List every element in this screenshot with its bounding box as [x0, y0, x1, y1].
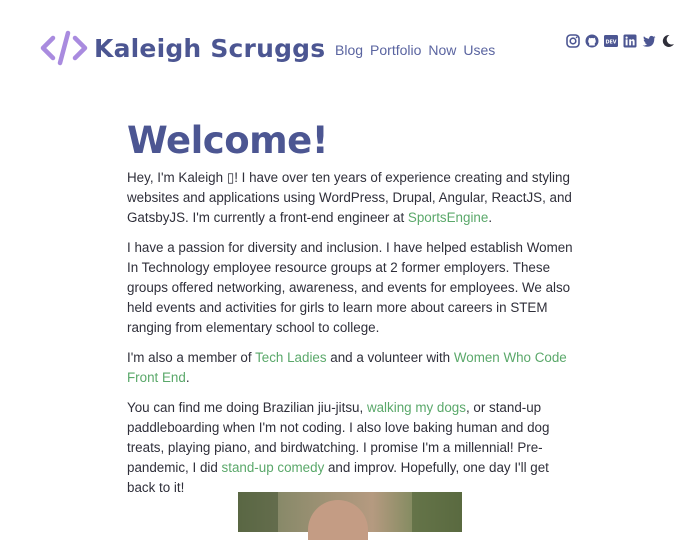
membership-text-1: I'm also a member of	[127, 350, 256, 365]
twitter-icon[interactable]	[642, 34, 656, 48]
main-nav: Blog Portfolio Now Uses	[335, 42, 495, 58]
profile-photo	[238, 492, 462, 540]
page-heading: Welcome!	[127, 119, 329, 162]
walking-dogs-link[interactable]: walking my dogs	[367, 400, 466, 415]
nav-now[interactable]: Now	[428, 42, 456, 58]
membership-text-3: .	[185, 370, 190, 385]
github-icon[interactable]	[585, 34, 599, 48]
linkedin-icon[interactable]	[623, 34, 637, 48]
intro-paragraph: Hey, I'm Kaleigh ▯! I have over ten year…	[127, 168, 577, 228]
tech-ladies-link[interactable]: Tech Ladies	[255, 350, 326, 365]
nav-blog[interactable]: Blog	[335, 42, 363, 58]
intro-text-1: Hey, I'm Kaleigh	[127, 170, 227, 185]
social-links: DEV	[566, 34, 675, 48]
nav-uses[interactable]: Uses	[463, 42, 495, 58]
membership-paragraph: I'm also a member of Tech Ladies and a v…	[127, 348, 577, 388]
hobbies-text-1: You can find me doing Brazilian jiu-jits…	[127, 400, 367, 415]
nav-portfolio[interactable]: Portfolio	[370, 42, 421, 58]
instagram-icon[interactable]	[566, 34, 580, 48]
dev-icon[interactable]: DEV	[604, 34, 618, 48]
sportsengine-link[interactable]: SportsEngine	[408, 210, 488, 225]
site-header: Kaleigh Scruggs Blog Portfolio Now Uses …	[0, 0, 700, 100]
svg-text:DEV: DEV	[606, 39, 617, 45]
site-title[interactable]: Kaleigh Scruggs	[94, 34, 325, 63]
hobbies-paragraph: You can find me doing Brazilian jiu-jits…	[127, 398, 577, 498]
intro-text-3: .	[488, 210, 493, 225]
main-content: Welcome! Hey, I'm Kaleigh ▯! I have over…	[127, 118, 577, 508]
diversity-paragraph: I have a passion for diversity and inclu…	[127, 240, 573, 335]
moon-icon[interactable]	[661, 34, 675, 48]
membership-text-2: and a volunteer with	[326, 350, 454, 365]
standup-comedy-link[interactable]: stand-up comedy	[222, 460, 325, 475]
site-logo[interactable]: Kaleigh Scruggs	[40, 30, 325, 66]
code-brackets-icon	[40, 30, 88, 66]
